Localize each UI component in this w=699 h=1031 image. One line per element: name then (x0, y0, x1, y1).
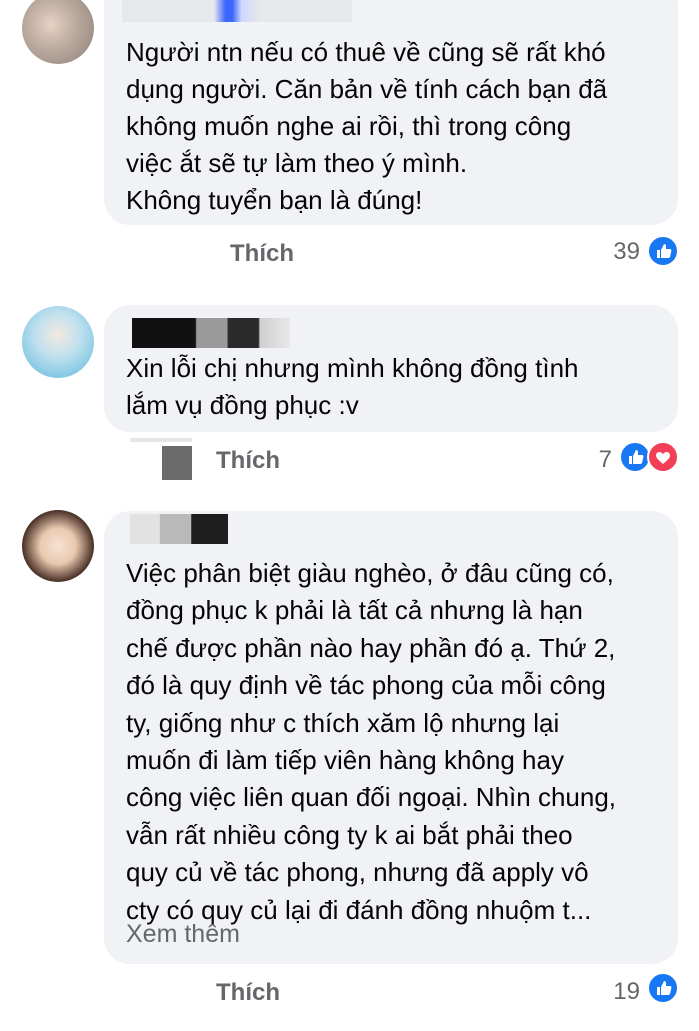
commenter-avatar[interactable] (22, 510, 94, 582)
like-button[interactable]: Thích (216, 447, 280, 475)
comment-text: Người ntn nếu có thuê về cũng sẽ rất khó… (126, 37, 608, 215)
love-icon[interactable] (647, 441, 679, 473)
comment-text: Xin lỗi chị nhưng mình không đồng tình l… (126, 353, 579, 420)
reaction-count[interactable]: 7 (560, 446, 612, 474)
redacted-name (122, 0, 352, 22)
reaction-count[interactable]: 39 (596, 238, 640, 266)
see-more-link[interactable]: Xem thêm (126, 920, 240, 949)
redacted-name (130, 514, 228, 544)
redacted-name (132, 318, 290, 348)
reaction-count[interactable]: 19 (596, 978, 640, 1006)
commenter-avatar[interactable] (22, 306, 94, 378)
like-icon[interactable] (647, 972, 679, 1004)
commenter-avatar[interactable] (22, 0, 94, 64)
like-icon[interactable] (647, 235, 679, 267)
comment-text: Việc phân biệt giàu nghèo, ở đâu cũng có… (126, 558, 617, 925)
like-button[interactable]: Thích (216, 979, 280, 1007)
redacted-block (130, 438, 192, 442)
like-button[interactable]: Thích (230, 240, 294, 268)
redacted-block (162, 446, 192, 480)
